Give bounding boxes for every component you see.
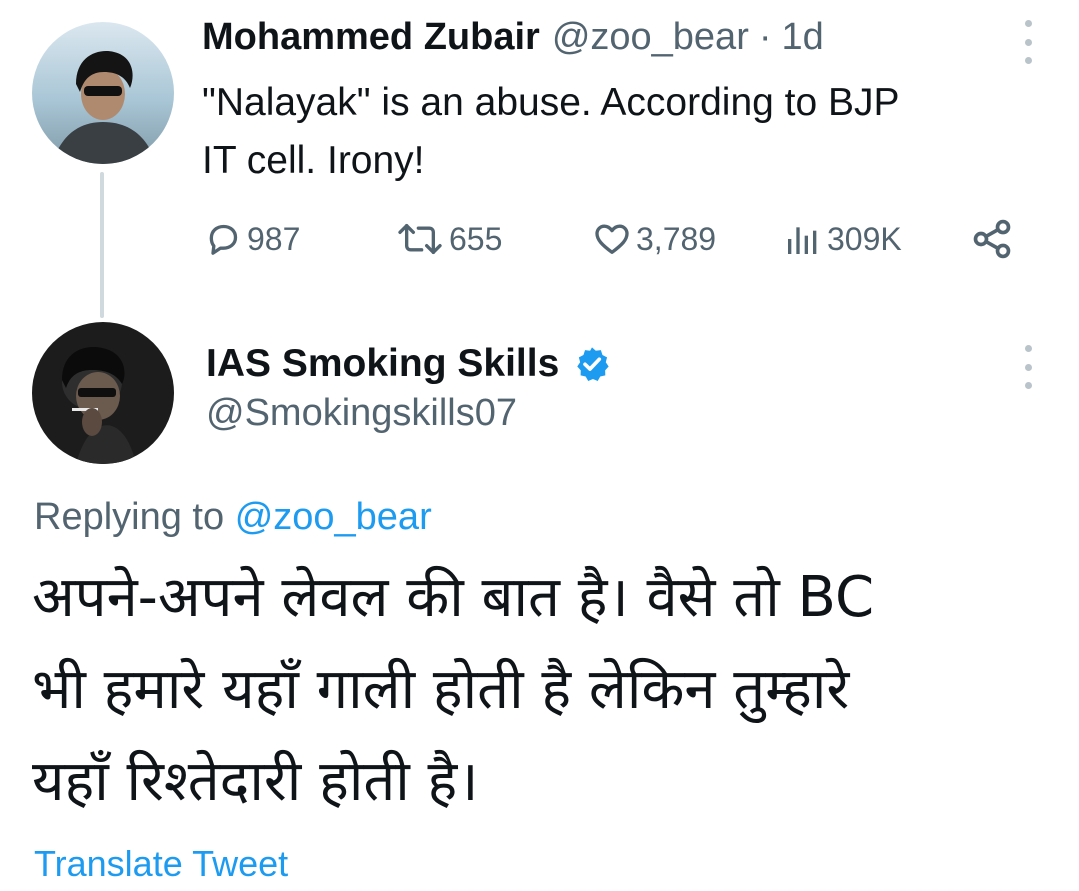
tweet-text-line: IT cell. Irony! xyxy=(202,139,425,182)
reply-count: 987 xyxy=(247,220,301,257)
tweet-header: IAS Smoking Skills xyxy=(206,336,611,392)
more-vertical-icon[interactable] xyxy=(1018,345,1038,389)
tweet-text-line: अपने-अपने लेवल की बात है। वैसे तो BC xyxy=(32,565,875,630)
like-count: 3,789 xyxy=(636,220,717,257)
tweet-timestamp[interactable]: 1d xyxy=(782,16,824,59)
tweet-text-line: भी हमारे यहाँ गाली होती है लेकिन तुम्हार… xyxy=(32,657,850,722)
tweet-text: "Nalayak" is an abuse. According to BJP … xyxy=(202,74,1052,190)
views-button[interactable]: 309K xyxy=(783,214,902,264)
replying-to: Replying to @zoo_bear xyxy=(34,496,432,539)
tweet-header: Mohammed Zubair @zoo_bear · 1d xyxy=(202,16,824,66)
retweet-icon xyxy=(395,219,445,259)
translate-tweet-link[interactable]: Translate Tweet xyxy=(34,843,288,885)
tweet-text: अपने-अपने लेवल की बात है। वैसे तो BC भी … xyxy=(32,552,1042,828)
tweet-text-line: यहाँ रिश्तेदारी होती है। xyxy=(32,749,479,814)
view-count: 309K xyxy=(827,220,902,257)
speech-bubble-icon xyxy=(203,219,243,259)
retweet-count: 655 xyxy=(449,220,503,257)
replying-to-handle-link[interactable]: @zoo_bear xyxy=(235,496,432,538)
avatar[interactable] xyxy=(32,322,174,464)
author-handle[interactable]: @Smokingskills07 xyxy=(206,392,517,435)
avatar[interactable] xyxy=(32,22,174,164)
more-vertical-icon[interactable] xyxy=(1018,20,1038,64)
bar-chart-icon xyxy=(783,219,823,259)
tweet-text-line: "Nalayak" is an abuse. According to BJP xyxy=(202,81,900,124)
retweet-button[interactable]: 655 xyxy=(395,214,502,264)
author-name[interactable]: IAS Smoking Skills xyxy=(206,342,559,386)
verified-badge-icon xyxy=(573,345,611,383)
replying-to-label: Replying to xyxy=(34,496,225,538)
author-handle[interactable]: @zoo_bear xyxy=(552,16,749,59)
thread-connector-line xyxy=(100,172,104,318)
author-name[interactable]: Mohammed Zubair xyxy=(202,16,540,59)
heart-icon xyxy=(592,219,632,259)
share-icon xyxy=(970,217,1014,261)
reply-button[interactable]: 987 xyxy=(203,214,300,264)
separator-dot: · xyxy=(758,16,772,58)
share-button[interactable] xyxy=(970,214,1014,264)
like-button[interactable]: 3,789 xyxy=(592,214,716,264)
